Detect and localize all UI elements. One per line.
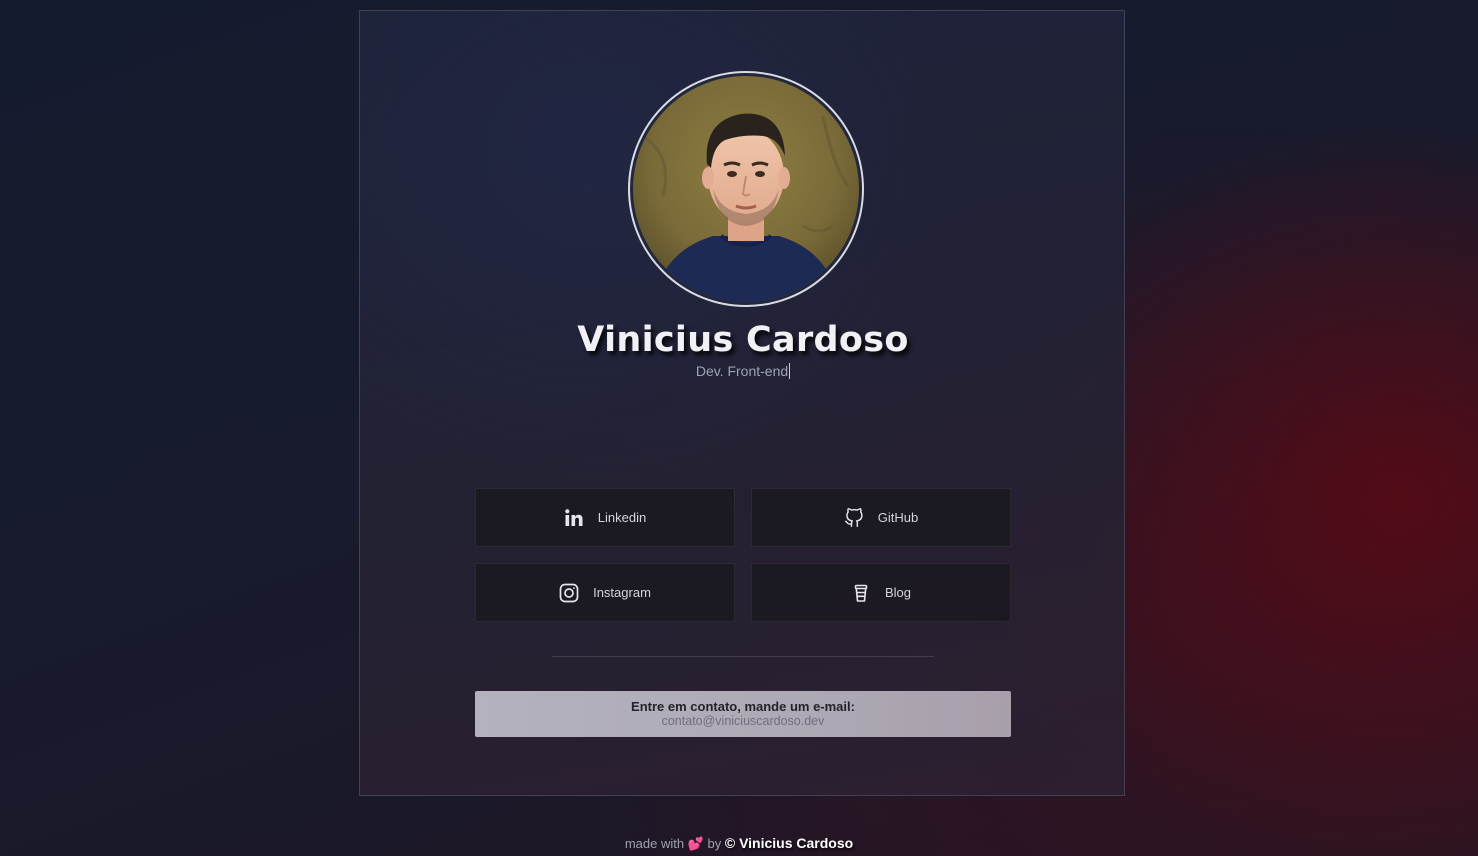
profile-photo bbox=[633, 76, 859, 302]
github-button[interactable]: GitHub bbox=[751, 488, 1011, 547]
role-text: Dev. Front-end bbox=[695, 363, 789, 379]
linkedin-label: Linkedin bbox=[597, 510, 647, 525]
linkedin-button[interactable]: Linkedin bbox=[475, 488, 735, 547]
footer-by: by bbox=[707, 836, 722, 851]
typing-caret bbox=[789, 363, 791, 379]
footer: made with 💕 by © Vinicius Cardoso bbox=[0, 835, 1478, 852]
footer-author-link[interactable]: © Vinicius Cardoso bbox=[725, 835, 853, 851]
blog-label: Blog bbox=[884, 585, 912, 600]
github-icon bbox=[844, 507, 864, 528]
contact-email[interactable]: contato@viniciuscardoso.dev bbox=[475, 714, 1011, 728]
profile-card: Vinicius Cardoso Dev. Front-end Linkedin… bbox=[359, 10, 1125, 796]
instagram-label: Instagram bbox=[593, 585, 651, 600]
instagram-button[interactable]: Instagram bbox=[475, 563, 735, 622]
footer-made-with: made with bbox=[624, 836, 685, 851]
contact-email-box[interactable]: Entre em contato, mande um e-mail: conta… bbox=[475, 691, 1011, 737]
avatar bbox=[628, 71, 864, 307]
heart-icon: 💕 bbox=[687, 836, 704, 851]
coffee-cup-icon bbox=[851, 583, 871, 603]
divider bbox=[552, 656, 934, 657]
contact-title: Entre em contato, mande um e-mail: bbox=[631, 699, 855, 714]
linkedin-icon bbox=[564, 508, 584, 528]
profile-name: Vinicius Cardoso bbox=[577, 320, 909, 360]
profile-role: Dev. Front-end bbox=[360, 363, 1126, 379]
instagram-icon bbox=[559, 583, 579, 603]
blog-button[interactable]: Blog bbox=[751, 563, 1011, 622]
github-label: GitHub bbox=[877, 510, 919, 525]
